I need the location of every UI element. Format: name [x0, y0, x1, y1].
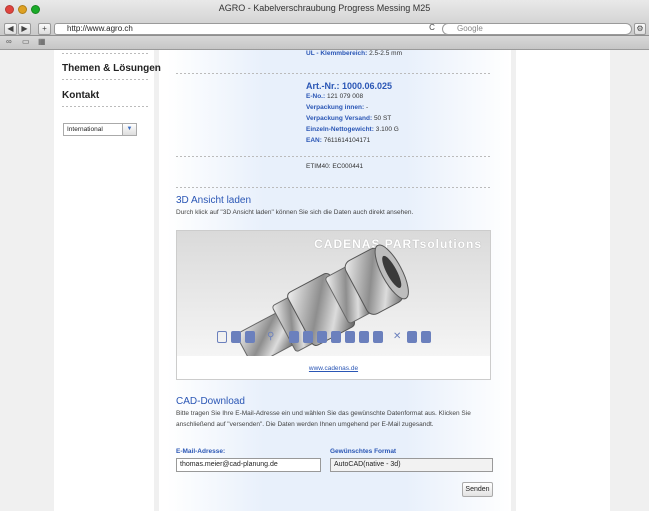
reload-button[interactable]: C [426, 23, 438, 35]
view3d-heading[interactable]: 3D Ansicht laden [176, 195, 251, 206]
etim-code: ETIM40: EC000441 [306, 163, 364, 170]
back-button[interactable]: ◀ [4, 23, 17, 35]
fit-icon[interactable] [407, 331, 417, 343]
divider [62, 53, 150, 54]
zoom-icon[interactable]: ⚲ [267, 331, 277, 343]
top-sites-icon[interactable]: ▦ [38, 37, 46, 46]
forward-button[interactable]: ▶ [18, 23, 31, 35]
article-number: Art.-Nr.: 1000.06.025 [306, 81, 393, 91]
email-field[interactable]: thomas.meier@cad-planung.de [176, 458, 321, 472]
bookmarks-bar: ∞ ▭ ▦ [0, 36, 649, 50]
render-icon[interactable] [317, 331, 327, 343]
view-side-icon[interactable] [245, 331, 255, 343]
menu-item-themen[interactable]: Themen & Lösungen [62, 63, 161, 74]
cad-3d-viewer[interactable]: CADENAS PARTsolutions ⚲ ✕ www.cadenas.de [176, 230, 491, 380]
url-text: http://www.agro.ch [67, 24, 133, 33]
add-bookmark-button[interactable]: + [38, 23, 51, 35]
view-home-icon[interactable] [217, 331, 227, 343]
bookmarks-icon[interactable]: ▭ [22, 37, 30, 46]
section-icon[interactable] [359, 331, 369, 343]
e-no-row: E-No.: 121 079 008 [306, 93, 364, 100]
wireframe-icon[interactable] [331, 331, 341, 343]
cad-download-description: Bitte tragen Sie Ihre E-Mail-Adresse ein… [176, 410, 471, 428]
packaging-shipping-row: Verpackung Versand: 50 ST [306, 115, 392, 122]
format-label: Gewünschtes Format [330, 448, 397, 455]
format-select[interactable]: AutoCAD(native - 3d) [330, 458, 493, 472]
packaging-inner-row: Verpackung innen: - [306, 104, 369, 111]
ean-row: EAN: 7611614104171 [306, 137, 371, 144]
viewer-toolbar: ⚲ ✕ [217, 331, 457, 345]
left-sidebar [54, 50, 154, 511]
divider [176, 73, 491, 74]
divider [62, 106, 150, 107]
rotate-icon[interactable] [289, 331, 299, 343]
region-value: International [67, 126, 103, 133]
ul-row: UL - Klemmbereich: 2.5-2.5 mm [306, 50, 402, 57]
reading-list-icon[interactable]: ∞ [6, 37, 12, 46]
fullscreen-icon[interactable] [421, 331, 431, 343]
search-field[interactable]: Google [442, 23, 632, 35]
pan-icon[interactable] [303, 331, 313, 343]
divider [176, 187, 491, 188]
search-placeholder: Google [457, 24, 483, 33]
settings-icon[interactable]: ⚙ [634, 23, 646, 35]
shaded-icon[interactable] [345, 331, 355, 343]
region-select[interactable]: International ▼ [63, 123, 137, 136]
view3d-description: Durch klick auf "3D Ansicht laden" könne… [176, 209, 414, 216]
window-title: AGRO - Kabelverschraubung Progress Messi… [218, 3, 431, 13]
email-label: E-Mail-Adresse: [176, 448, 226, 455]
weight-row: Einzeln-Nettogewicht: 3.100 G [306, 126, 399, 133]
menu-item-kontakt[interactable]: Kontakt [62, 90, 99, 101]
right-column [516, 50, 610, 511]
divider [176, 156, 491, 157]
chevron-down-icon: ▼ [122, 124, 136, 135]
explode-icon[interactable] [373, 331, 383, 343]
send-button[interactable]: Senden [462, 482, 493, 497]
divider [62, 79, 150, 80]
cad-download-heading: CAD-Download [176, 396, 245, 407]
view-front-icon[interactable] [231, 331, 241, 343]
browser-titlebar: AGRO - Kabelverschraubung Progress Messi… [0, 0, 649, 36]
measure-icon[interactable]: ✕ [393, 331, 403, 343]
cadenas-link[interactable]: www.cadenas.de [177, 365, 490, 372]
